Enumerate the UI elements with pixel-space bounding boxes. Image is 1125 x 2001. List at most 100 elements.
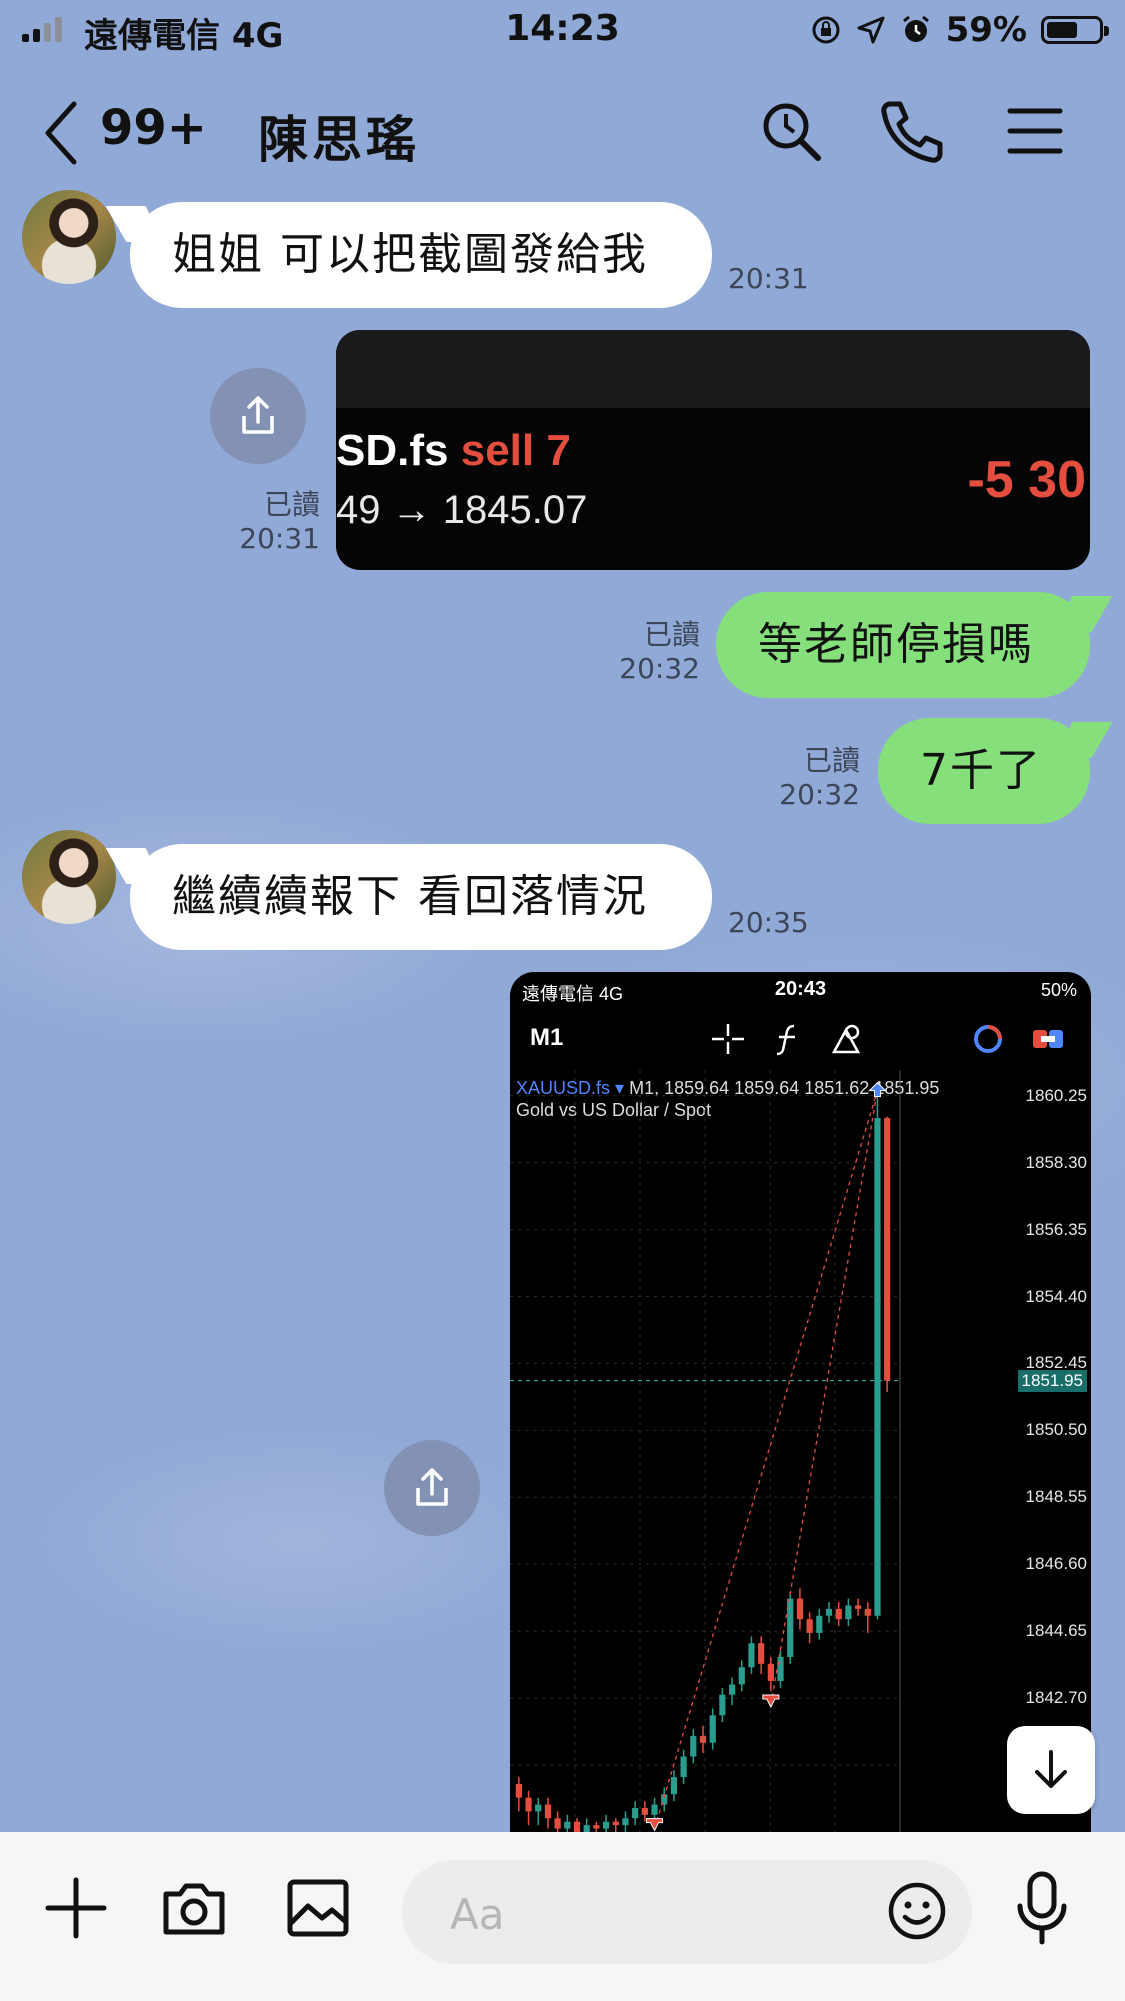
emoji-icon[interactable] [884, 1878, 950, 1944]
contact-name[interactable]: 陳思瑤 [258, 100, 420, 172]
read-receipt: 已讀 [803, 744, 860, 777]
trade-symbol-text: SD.fs [336, 426, 449, 475]
message-time: 20:31 [728, 262, 809, 295]
candle-body [670, 1777, 678, 1795]
indicator-icon [776, 1024, 795, 1056]
candle-body [719, 1694, 726, 1716]
trade-symbol: SD.fs sell 7 [336, 426, 571, 476]
menu-icon[interactable] [1000, 96, 1070, 166]
message-input-placeholder: Aa [450, 1890, 505, 1939]
price-tick-label: 1846.60 [1025, 1554, 1087, 1574]
trade-pnl: -5 30 [967, 451, 1086, 509]
sell-marker [762, 1694, 780, 1709]
price-tick-label: 1844.65 [1025, 1621, 1087, 1641]
trade-icon [1033, 1030, 1063, 1048]
plus-icon[interactable] [40, 1872, 112, 1944]
candle-body [709, 1715, 716, 1743]
screenshot-time: 20:43 [774, 978, 827, 1000]
price-tick-label: 1842.70 [1025, 1688, 1087, 1708]
contact-avatar[interactable] [22, 830, 116, 924]
scroll-to-bottom-button[interactable] [1007, 1726, 1095, 1814]
candle-body [622, 1818, 629, 1826]
current-price-label: 1851.95 [1017, 1369, 1087, 1392]
candle-body [767, 1663, 774, 1681]
search-icon[interactable] [756, 96, 826, 166]
candle-body [884, 1118, 891, 1381]
status-right: 59% [810, 10, 1109, 50]
candle-body [728, 1684, 736, 1695]
share-button[interactable] [384, 1440, 480, 1536]
candle-body [816, 1615, 823, 1633]
candle-body [651, 1804, 658, 1815]
trade-price-path: 49 → 1845.07 [336, 488, 588, 532]
arrow-down-icon [1035, 1750, 1067, 1788]
candle-body [854, 1605, 862, 1609]
trade-side: sell 7 [460, 426, 571, 475]
trade-link-line [653, 1090, 879, 1829]
image-message-chart[interactable]: 遠傳電信 4G 20:43 50% M1 XAUUSD.fs ▾ M1, 185… [510, 972, 1091, 1832]
signal-icon [22, 16, 62, 42]
candle-body [835, 1608, 842, 1620]
price-tick-label: 1848.55 [1025, 1487, 1087, 1507]
battery-percent: 59% [945, 10, 1027, 50]
price-tick-label: 1856.35 [1025, 1219, 1087, 1239]
candle-body [641, 1807, 648, 1815]
message-time: 20:35 [728, 906, 809, 939]
price-tick-label: 1854.40 [1025, 1286, 1087, 1306]
camera-icon[interactable] [158, 1872, 230, 1944]
share-icon [416, 1468, 448, 1506]
trade-card-header [336, 330, 1090, 408]
candle-body [564, 1821, 571, 1829]
candle-body [699, 1735, 707, 1743]
message-bubble-incoming[interactable]: 繼續續報下 看回落情況 [130, 844, 712, 950]
chat-header: 99+ 陳思瑤 [0, 88, 1125, 188]
candle-body [573, 1821, 581, 1832]
buy-marker [868, 1081, 887, 1098]
back-icon[interactable] [40, 98, 84, 168]
composer-bar: Aa [0, 1832, 1125, 2001]
unread-count[interactable]: 99+ [100, 100, 207, 156]
screenshot-battery: 50% [1040, 980, 1077, 1000]
share-icon [242, 396, 274, 434]
candle-body [593, 1825, 600, 1829]
candle-body [845, 1605, 852, 1620]
trade-link-line [770, 1090, 879, 1706]
share-button[interactable] [210, 368, 306, 464]
candle-body [612, 1821, 619, 1826]
sell-marker [646, 1818, 664, 1832]
read-receipt: 已讀 [643, 618, 700, 651]
image-message-trade[interactable]: SD.fs sell 7 49 → 1845.07 -5 30 [336, 330, 1090, 570]
crosshair-icon [712, 1024, 744, 1054]
message-input[interactable]: Aa [402, 1860, 972, 1964]
microphone-icon[interactable] [1012, 1868, 1072, 1948]
candle-body [806, 1619, 813, 1633]
candle-body [758, 1643, 765, 1664]
message-time: 20:32 [619, 652, 700, 685]
history-icon [974, 1025, 1002, 1053]
candle-body [680, 1756, 687, 1778]
price-tick-label: 1858.30 [1025, 1152, 1087, 1172]
message-time: 20:32 [779, 778, 860, 811]
message-bubble-incoming[interactable]: 姐姐 可以把截圖發給我 [130, 202, 712, 308]
phone-icon[interactable] [876, 96, 946, 166]
rotation-lock-icon [812, 16, 840, 44]
candle-body [777, 1656, 784, 1681]
price-tick-label: 1860.25 [1025, 1085, 1087, 1105]
battery-icon [1041, 16, 1109, 44]
candlestick-chart [510, 1070, 901, 1832]
message-bubble-outgoing[interactable]: 7千了 [878, 718, 1090, 824]
read-receipt: 已讀 [263, 488, 320, 521]
candle-body [525, 1797, 532, 1812]
image-icon[interactable] [282, 1872, 354, 1944]
objects-icon [831, 1024, 861, 1054]
screenshot-status-bar: 遠傳電信 4G 20:43 50% [510, 972, 1091, 1008]
candle-body [632, 1807, 639, 1819]
price-tick-label: 1850.50 [1025, 1420, 1087, 1440]
candle-body [602, 1821, 610, 1829]
contact-avatar[interactable] [22, 190, 116, 284]
chart-toolbar: M1 [510, 1012, 1091, 1062]
candle-body [738, 1667, 745, 1685]
candle-body [690, 1735, 697, 1757]
message-bubble-outgoing[interactable]: 等老師停損嗎 [716, 592, 1090, 698]
candle-body [864, 1608, 871, 1616]
